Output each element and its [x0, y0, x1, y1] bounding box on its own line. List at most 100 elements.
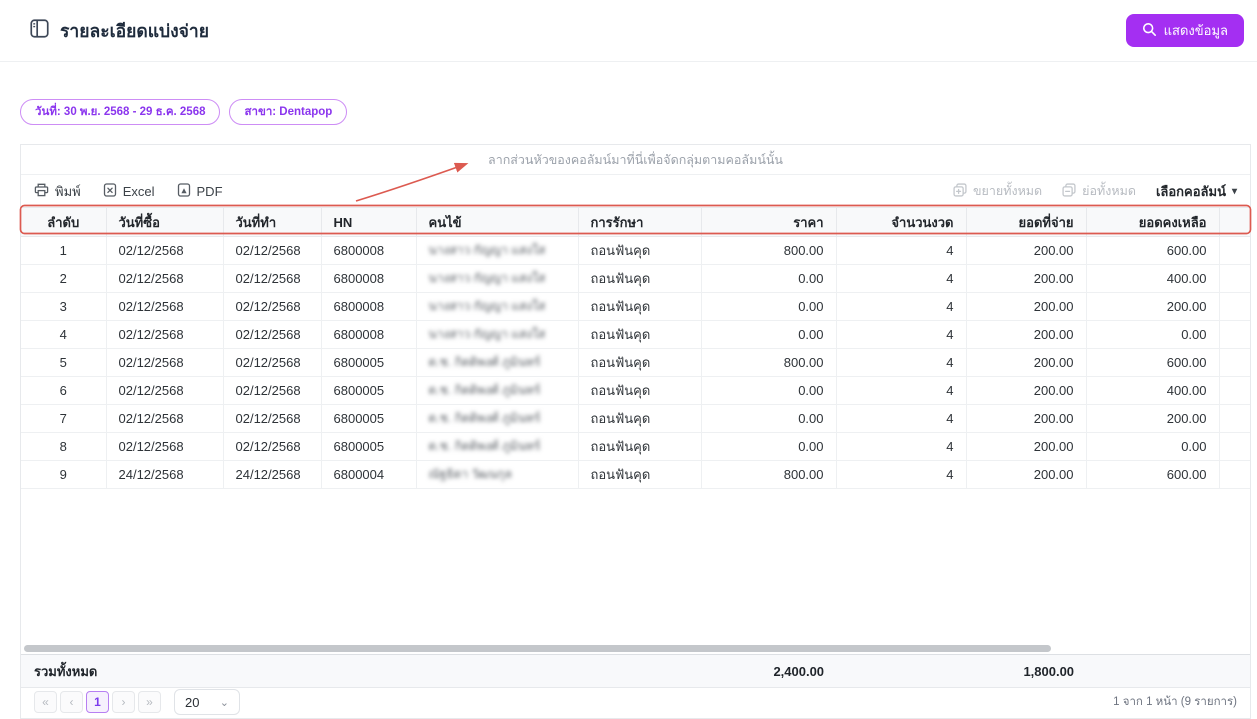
- expand-all-button[interactable]: ขยายทั้งหมด: [953, 181, 1042, 201]
- cell-patient: นางสาว กัญญา แสงใส: [416, 292, 579, 321]
- table-row[interactable]: 3 02/12/2568 02/12/2568 6800008 นางสาว กัญญา…: [21, 292, 1250, 321]
- scrollbar-thumb[interactable]: [24, 645, 1052, 652]
- cell-purchase-date: 24/12/2568: [106, 460, 224, 489]
- cell-filler: [1219, 292, 1250, 321]
- cell-filler: [1219, 404, 1250, 433]
- collapse-all-button[interactable]: ย่อทั้งหมด: [1062, 181, 1136, 201]
- group-by-drop-area[interactable]: ลากส่วนหัวของคอลัมน์มาที่นี่เพื่อจัดกลุ่…: [21, 145, 1250, 175]
- cell-balance: 600.00: [1086, 348, 1220, 377]
- cell-purchase-date: 02/12/2568: [106, 348, 224, 377]
- cell-filler: [1219, 236, 1250, 265]
- export-pdf-button[interactable]: PDF: [177, 182, 223, 200]
- cell-patient: ด.ช. กิตติพงศ์ ภูมินทร์: [416, 404, 579, 433]
- cell-price: 0.00: [701, 404, 837, 433]
- cell-treatment: ถอนฟันคุด: [578, 292, 702, 321]
- cell-treatment: ถอนฟันคุด: [578, 348, 702, 377]
- table-row[interactable]: 7 02/12/2568 02/12/2568 6800005 ด.ช. กิตติพง…: [21, 404, 1250, 433]
- cell-hn: 6800005: [321, 348, 417, 377]
- cell-patient: ณัฐธิดา วัฒนกุล: [416, 460, 579, 489]
- date-filter-chip: วันที่: 30 พ.ย. 2568 - 29 ธ.ค. 2568: [20, 99, 221, 125]
- cell-installments: 4: [836, 376, 967, 405]
- total-balance: [1086, 655, 1219, 688]
- cell-treatment-date: 02/12/2568: [223, 320, 322, 349]
- table-row[interactable]: 5 02/12/2568 02/12/2568 6800005 ด.ช. กิตติพง…: [21, 348, 1250, 377]
- column-header-installments[interactable]: จำนวนงวด: [836, 207, 967, 237]
- column-header-treatment-date[interactable]: วันที่ทำ: [223, 207, 322, 237]
- cell-index: 2: [21, 264, 107, 293]
- cell-filler: [1219, 460, 1250, 489]
- cell-balance: 400.00: [1086, 264, 1220, 293]
- cell-patient: ด.ช. กิตติพงศ์ ภูมินทร์: [416, 432, 579, 461]
- column-header-purchase-date[interactable]: วันที่ซื้อ: [106, 207, 224, 237]
- column-header-hn[interactable]: HN: [321, 207, 417, 237]
- cell-treatment: ถอนฟันคุด: [578, 236, 702, 265]
- cell-treatment-date: 02/12/2568: [223, 432, 322, 461]
- cell-treatment: ถอนฟันคุด: [578, 320, 702, 349]
- cell-paid: 200.00: [966, 348, 1087, 377]
- total-label: รวมทั้งหมด: [34, 663, 98, 679]
- cell-treatment-date: 02/12/2568: [223, 264, 322, 293]
- table-row[interactable]: 8 02/12/2568 02/12/2568 6800005 ด.ช. กิตติพง…: [21, 432, 1250, 461]
- prev-page-button[interactable]: ‹: [60, 691, 83, 713]
- column-header-filler: [1219, 207, 1250, 237]
- column-header-index[interactable]: ลำดับ: [21, 207, 107, 237]
- last-page-button[interactable]: »: [138, 691, 161, 713]
- print-button[interactable]: พิมพ์: [34, 181, 81, 202]
- cell-paid: 200.00: [966, 320, 1087, 349]
- column-header-price[interactable]: ราคา: [701, 207, 837, 237]
- show-data-button[interactable]: แสดงข้อมูล: [1125, 14, 1244, 47]
- first-page-button[interactable]: «: [34, 691, 57, 713]
- printer-icon: [34, 183, 49, 200]
- excel-file-icon: [103, 182, 117, 200]
- cell-treatment-date: 24/12/2568: [223, 460, 322, 489]
- cell-hn: 6800008: [321, 236, 417, 265]
- cell-installments: 4: [836, 348, 967, 377]
- grid-empty-area: [21, 489, 1250, 644]
- caret-down-icon: ▾: [1231, 185, 1237, 197]
- page-info: 1 จาก 1 หน้า (9 รายการ): [1113, 696, 1237, 708]
- table-row[interactable]: 1 02/12/2568 02/12/2568 6800008 นางสาว กัญญา…: [21, 236, 1250, 265]
- table-row[interactable]: 6 02/12/2568 02/12/2568 6800005 ด.ช. กิตติพง…: [21, 376, 1250, 405]
- total-paid: 1,800.00: [1023, 663, 1075, 679]
- export-excel-button[interactable]: Excel: [103, 182, 155, 200]
- cell-purchase-date: 02/12/2568: [106, 236, 224, 265]
- page-size-select[interactable]: 20 ⌄: [174, 689, 240, 715]
- cell-purchase-date: 02/12/2568: [106, 404, 224, 433]
- cell-hn: 6800008: [321, 320, 417, 349]
- chevron-down-icon: ⌄: [219, 696, 229, 709]
- cell-price: 0.00: [701, 264, 837, 293]
- column-header-paid[interactable]: ยอดที่จ่าย: [966, 207, 1087, 237]
- cell-index: 8: [21, 432, 107, 461]
- cell-balance: 400.00: [1086, 376, 1220, 405]
- cell-purchase-date: 02/12/2568: [106, 292, 224, 321]
- cell-index: 7: [21, 404, 107, 433]
- cell-treatment-date: 02/12/2568: [223, 236, 322, 265]
- cell-treatment: ถอนฟันคุด: [578, 404, 702, 433]
- next-page-button[interactable]: ›: [112, 691, 135, 713]
- choose-columns-button[interactable]: เลือกคอลัมน์ ▾: [1156, 181, 1237, 202]
- cell-price: 0.00: [701, 292, 837, 321]
- column-header-treatment[interactable]: การรักษา: [578, 207, 702, 237]
- cell-paid: 200.00: [966, 376, 1087, 405]
- table-row[interactable]: 4 02/12/2568 02/12/2568 6800008 นางสาว กัญญา…: [21, 320, 1250, 349]
- cell-treatment: ถอนฟันคุด: [578, 432, 702, 461]
- cell-purchase-date: 02/12/2568: [106, 376, 224, 405]
- table-row[interactable]: 2 02/12/2568 02/12/2568 6800008 นางสาว กัญญา…: [21, 264, 1250, 293]
- cell-purchase-date: 02/12/2568: [106, 432, 224, 461]
- cell-index: 1: [21, 236, 107, 265]
- current-page-button[interactable]: 1: [86, 691, 109, 713]
- cell-installments: 4: [836, 460, 967, 489]
- title-wrap: รายละเอียดแบ่งจ่าย: [30, 17, 209, 45]
- search-icon: [1142, 22, 1157, 40]
- cell-balance: 0.00: [1086, 320, 1220, 349]
- cell-balance: 200.00: [1086, 404, 1220, 433]
- table-row[interactable]: 9 24/12/2568 24/12/2568 6800004 ณัฐธิดา วัฒน…: [21, 460, 1250, 489]
- cell-filler: [1219, 432, 1250, 461]
- column-header-balance[interactable]: ยอดคงเหลือ: [1086, 207, 1220, 237]
- cell-index: 4: [21, 320, 107, 349]
- cell-filler: [1219, 320, 1250, 349]
- cell-treatment: ถอนฟันคุด: [578, 376, 702, 405]
- column-header-patient[interactable]: คนไข้: [416, 207, 579, 237]
- cell-patient: ด.ช. กิตติพงศ์ ภูมินทร์: [416, 348, 579, 377]
- cell-balance: 600.00: [1086, 236, 1220, 265]
